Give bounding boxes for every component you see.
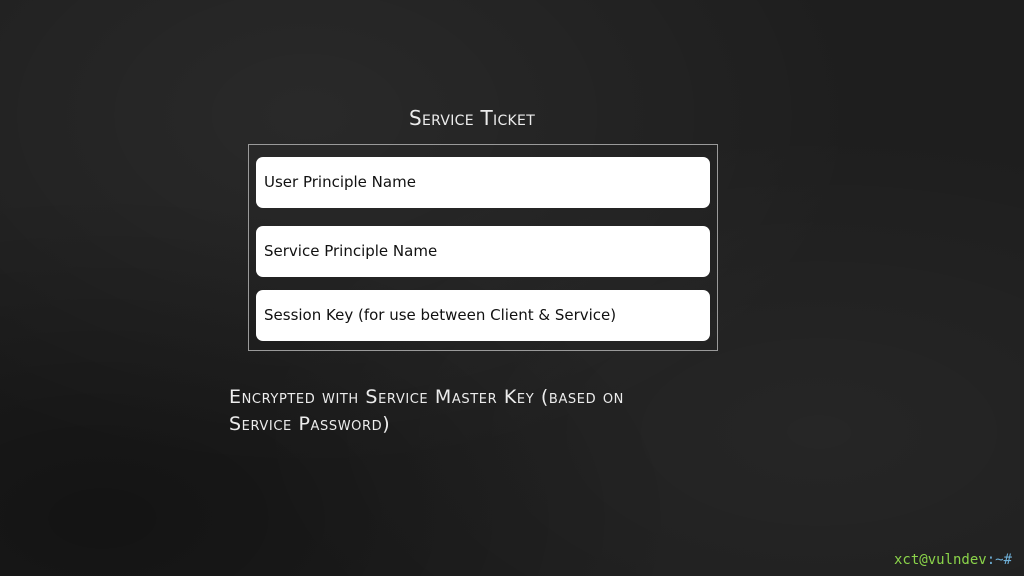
ticket-field-session-key: Session Key (for use between Client & Se…	[256, 290, 710, 341]
encryption-note-line-1: Encrypted with Service Master Key (based…	[229, 386, 625, 408]
watermark: xct@vulndev:~#	[894, 552, 1012, 568]
encryption-note-line-2: Service Password)	[229, 413, 391, 435]
watermark-prompt-suffix: :~#	[986, 552, 1012, 568]
diagram-title: Service Ticket	[408, 106, 536, 130]
encryption-note: Encrypted with Service Master Key (based…	[229, 384, 769, 438]
ticket-field-service-principle-name: Service Principle Name	[256, 226, 710, 277]
ticket-field-user-principle-name: User Principle Name	[256, 157, 710, 208]
watermark-user-host: xct@vulndev	[893, 552, 987, 568]
